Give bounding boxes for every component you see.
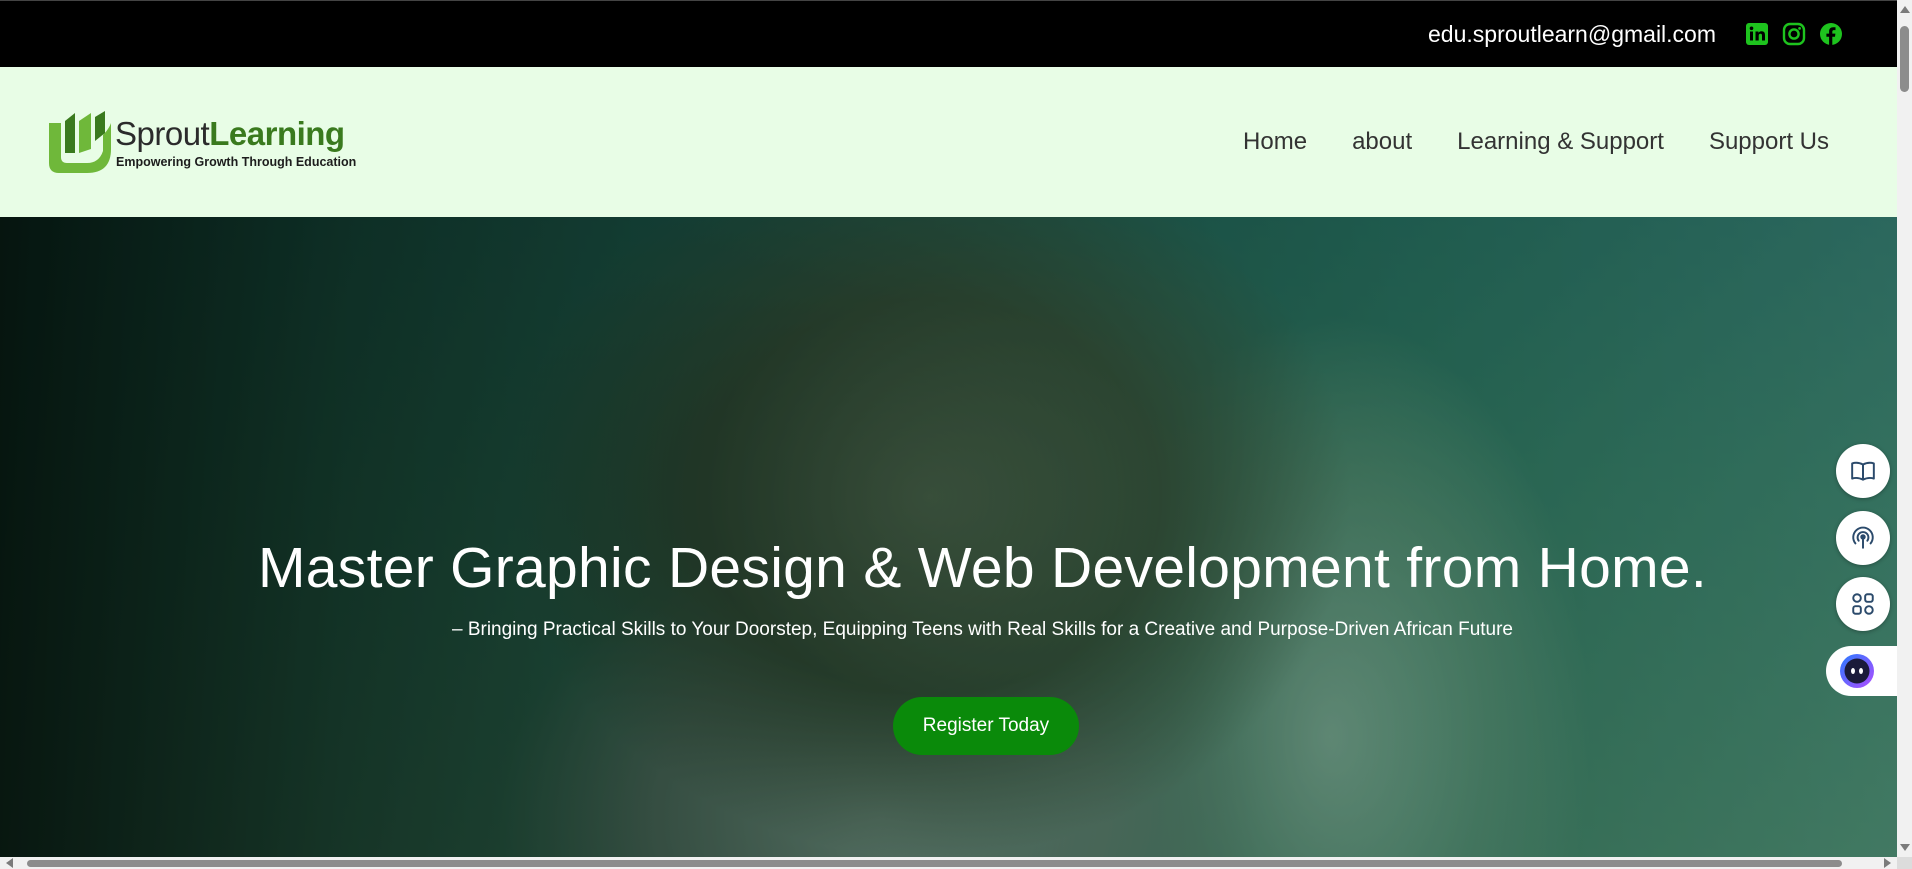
site-header: SproutLearning Empowering Growth Through… xyxy=(0,67,1897,217)
scrollbar-corner xyxy=(1897,857,1912,869)
main-nav: Home about Learning & Support Support Us xyxy=(1198,67,1829,217)
vertical-scrollbar[interactable] xyxy=(1897,0,1912,857)
vertical-scroll-thumb[interactable] xyxy=(1900,26,1909,92)
nav-support-us[interactable]: Support Us xyxy=(1709,128,1829,156)
logo-tagline: Empowering Growth Through Education xyxy=(116,155,357,169)
nav-about[interactable]: about xyxy=(1352,128,1412,156)
linkedin-icon[interactable] xyxy=(1745,22,1769,46)
assistant-bot-icon[interactable] xyxy=(1826,646,1897,696)
page-viewport: edu.sproutlearn@gmail.com SproutLearning… xyxy=(0,0,1897,857)
broadcast-icon[interactable] xyxy=(1836,511,1890,565)
book-open-icon[interactable] xyxy=(1836,444,1890,498)
nav-learning-support[interactable]: Learning & Support xyxy=(1457,128,1664,156)
hero-title: Master Graphic Design & Web Development … xyxy=(258,536,1707,600)
scroll-up-arrow-icon[interactable] xyxy=(1900,6,1910,13)
scroll-right-arrow-icon[interactable] xyxy=(1884,858,1891,868)
horizontal-scrollbar[interactable] xyxy=(0,857,1897,869)
horizontal-scroll-thumb[interactable] xyxy=(27,860,1842,867)
logo-wordmark: SproutLearning xyxy=(115,115,345,152)
instagram-icon[interactable] xyxy=(1782,22,1806,46)
scroll-down-arrow-icon[interactable] xyxy=(1900,844,1910,851)
nav-home[interactable]: Home xyxy=(1243,128,1307,156)
hero-content: Master Graphic Design & Web Development … xyxy=(0,217,1897,857)
apps-grid-icon[interactable] xyxy=(1836,577,1890,631)
top-contact-bar: edu.sproutlearn@gmail.com xyxy=(0,0,1897,67)
register-today-button[interactable]: Register Today xyxy=(893,697,1079,755)
contact-email[interactable]: edu.sproutlearn@gmail.com xyxy=(1428,21,1716,48)
sprout-logo-icon xyxy=(49,111,111,173)
scroll-left-arrow-icon[interactable] xyxy=(6,858,13,868)
hero-section: Master Graphic Design & Web Development … xyxy=(0,217,1897,857)
hero-subtitle: – Bringing Practical Skills to Your Door… xyxy=(451,619,1513,640)
site-logo[interactable]: SproutLearning Empowering Growth Through… xyxy=(47,109,367,179)
facebook-icon[interactable] xyxy=(1819,22,1843,46)
